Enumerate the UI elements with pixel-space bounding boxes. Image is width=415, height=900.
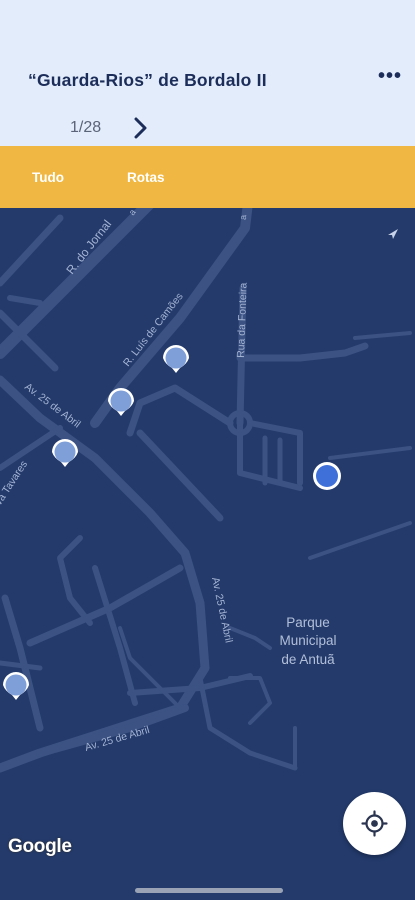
page-title: “Guarda-Rios” de Bordalo II — [28, 70, 267, 90]
park-label: Parque Municipal de Antuã — [279, 615, 336, 667]
selected-map-marker[interactable] — [313, 462, 341, 490]
google-logo: Google — [8, 836, 72, 857]
chevron-right-icon[interactable] — [128, 114, 154, 142]
tab-rotas[interactable]: Rotas — [127, 170, 165, 185]
tab-tudo[interactable]: Tudo — [32, 170, 64, 185]
filter-tab-bar: Tudo Rotas — [0, 146, 415, 208]
svg-text:Parque: Parque — [286, 615, 330, 630]
gps-crosshair-icon — [361, 810, 388, 837]
top-header: “Guarda-Rios” de Bordalo II ••• 1/28 — [0, 0, 415, 146]
more-options-icon[interactable]: ••• — [370, 62, 410, 90]
home-indicator — [135, 888, 283, 893]
locate-me-button[interactable] — [343, 792, 406, 855]
svg-text:de Antuã: de Antuã — [281, 652, 335, 667]
pager-counter: 1/28 — [70, 119, 102, 136]
svg-text:a: a — [238, 215, 248, 220]
svg-text:Municipal: Municipal — [279, 633, 336, 648]
